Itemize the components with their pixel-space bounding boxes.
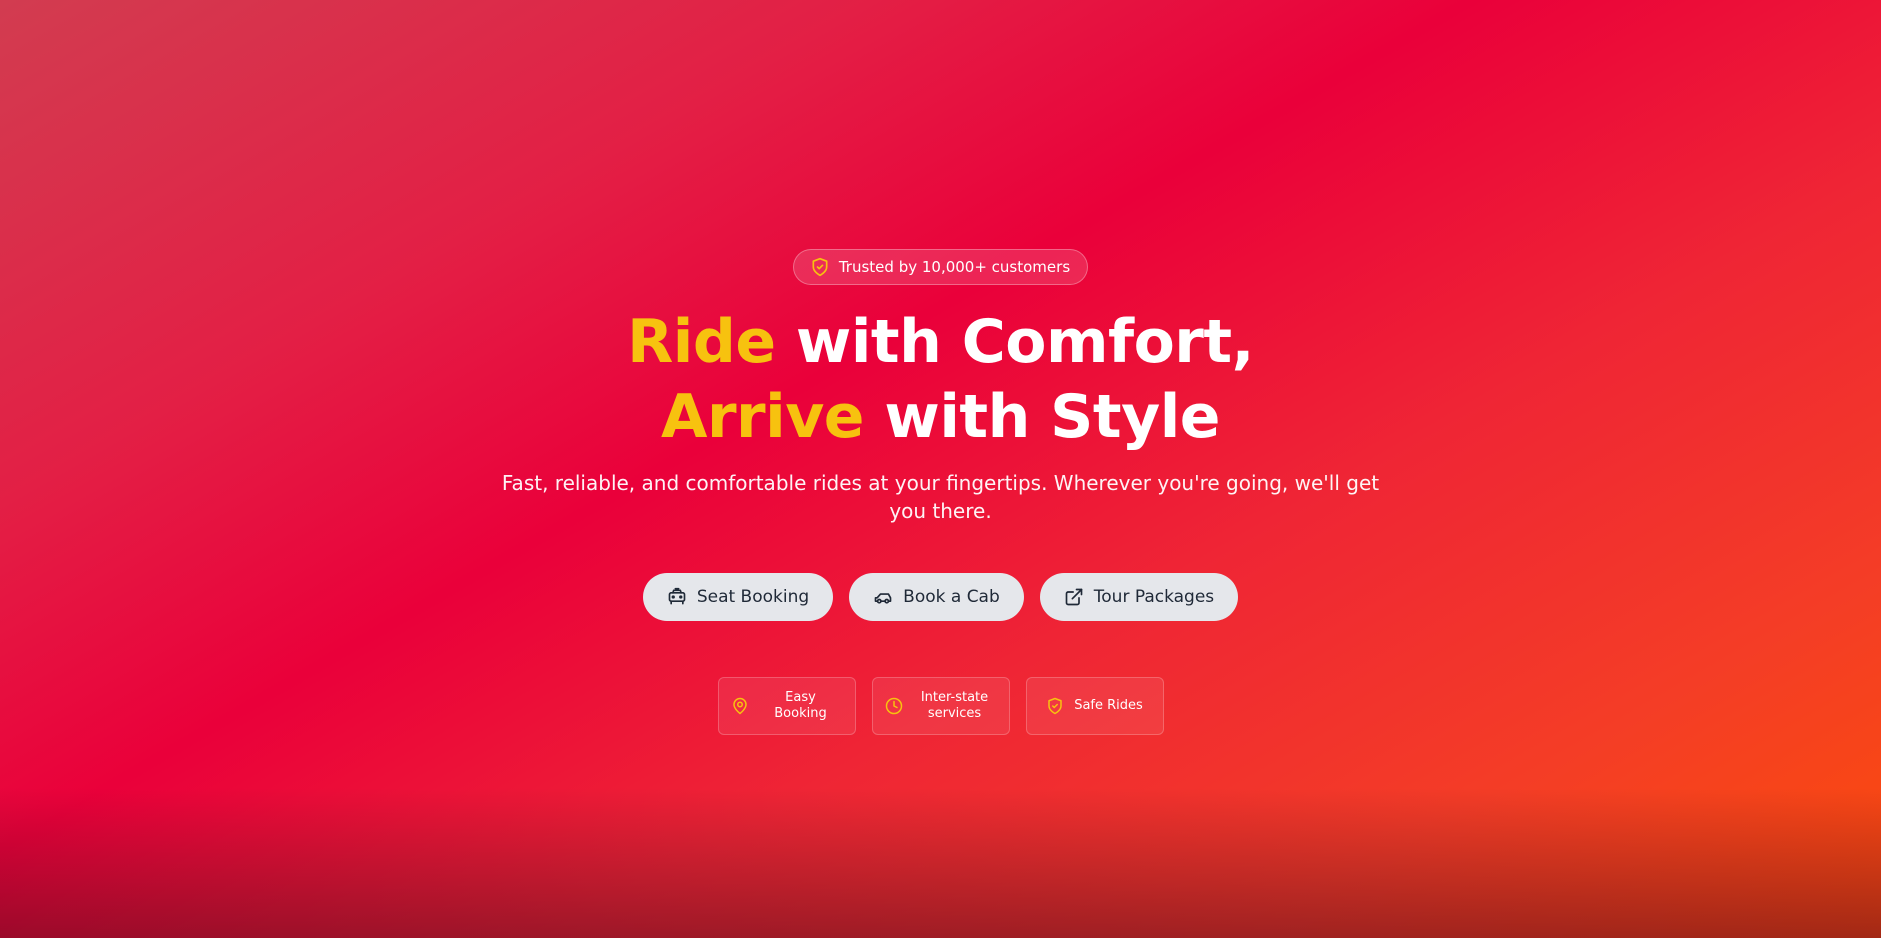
headline-accent-ride: Ride <box>627 307 776 377</box>
feature-label: Easy Booking <box>774 690 827 721</box>
feature-easy-booking: Easy Booking <box>717 677 856 735</box>
hero-headline: Ride with Comfort, Arrive with Style <box>627 305 1254 455</box>
headline-line1-rest: with Comfort, <box>775 307 1254 377</box>
shield-check-icon <box>1048 697 1062 715</box>
book-a-cab-label: Book a Cab <box>903 587 1000 607</box>
feature-inter-state-services: Inter-state services <box>871 677 1010 735</box>
tour-packages-button[interactable]: Tour Packages <box>1039 573 1239 621</box>
feature-list: Easy Booking Inter-state services Safe R… <box>717 677 1164 735</box>
hero-actions: Seat Booking Book a Cab Tour Packages <box>642 573 1239 621</box>
car-icon <box>874 593 892 604</box>
headline-line2-rest: with Style <box>864 382 1220 452</box>
shield-check-icon <box>812 257 828 277</box>
hero-section: Trusted by 10,000+ customers Ride with C… <box>0 0 1881 938</box>
headline-accent-arrive: Arrive <box>661 382 865 452</box>
seat-booking-button[interactable]: Seat Booking <box>642 573 834 621</box>
tour-packages-label: Tour Packages <box>1093 587 1215 607</box>
clock-icon <box>885 697 902 715</box>
seat-booking-label: Seat Booking <box>696 587 810 607</box>
book-a-cab-button[interactable]: Book a Cab <box>849 573 1024 621</box>
feature-safe-rides: Safe Rides <box>1025 677 1164 735</box>
external-link-icon <box>1065 588 1083 606</box>
trust-badge-text: Trusted by 10,000+ customers <box>838 258 1071 276</box>
taxi-icon <box>668 587 686 605</box>
feature-label: Safe Rides <box>1074 698 1143 713</box>
hero-subtitle: Fast, reliable, and comfortable rides at… <box>501 471 1380 523</box>
map-pin-icon <box>732 697 747 715</box>
trust-badge: Trusted by 10,000+ customers <box>792 249 1089 285</box>
feature-label: Inter-state services <box>920 690 989 721</box>
